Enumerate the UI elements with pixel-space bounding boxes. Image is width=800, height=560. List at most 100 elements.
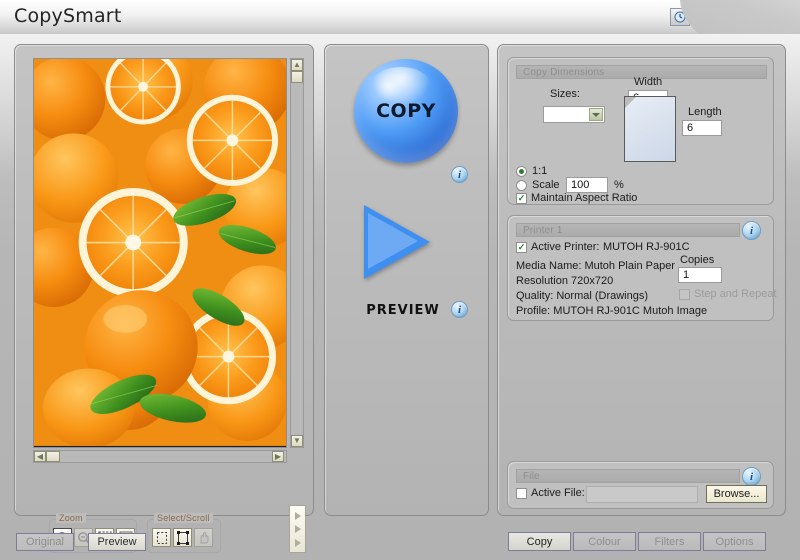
application-window: CopySmart ? × ▲ ▼ ◀ ▶ Zoom Select/Scroll… — [0, 0, 800, 560]
sizes-label: Sizes: — [550, 88, 580, 100]
copies-input[interactable] — [678, 267, 722, 283]
paper-preview-icon — [624, 96, 676, 162]
horizontal-scrollbar[interactable]: ◀ ▶ — [33, 450, 287, 463]
globe-icon[interactable] — [696, 8, 716, 26]
scroll-left-icon[interactable]: ◀ — [34, 451, 46, 462]
radio-scale[interactable] — [516, 180, 527, 191]
tab-preview[interactable]: Preview — [88, 533, 146, 551]
slider-triangle-icon — [294, 511, 301, 520]
slider-triangle-icon — [294, 525, 301, 533]
help-label: ? — [728, 11, 736, 23]
help-button[interactable]: ? — [722, 8, 742, 26]
minimize-glyph — [753, 18, 763, 22]
select-all-icon[interactable] — [173, 528, 192, 547]
horizontal-scroll-thumb[interactable] — [46, 451, 60, 462]
vertical-scrollbar[interactable]: ▲ ▼ — [290, 58, 304, 448]
image-viewport[interactable] — [33, 58, 287, 448]
step-repeat-label: Step and Repeat — [694, 288, 777, 300]
active-printer-label: Active Printer: — [531, 241, 600, 253]
file-info-label: i — [749, 470, 754, 483]
marquee-select-icon[interactable] — [152, 528, 171, 547]
preview-button-highlight — [368, 213, 418, 269]
file-info-icon[interactable]: i — [742, 467, 761, 486]
mode-button-options[interactable]: Options — [703, 532, 766, 551]
copy-info-label: i — [457, 168, 462, 181]
copy-button-label: COPY — [376, 100, 436, 122]
preview-button-label: PREVIEW — [366, 303, 440, 318]
printer-group: Printer 1 i ✓ Active Printer: MUTOH RJ-9… — [507, 215, 777, 321]
resolution-text: Resolution 720x720 — [516, 275, 614, 287]
chevron-down-icon[interactable] — [589, 108, 603, 121]
tab-original-label: Original — [26, 536, 64, 548]
hand-glyph — [200, 531, 208, 543]
tab-original[interactable]: Original — [16, 533, 74, 551]
mode-button-filters[interactable]: Filters — [638, 532, 701, 551]
app-title: CopySmart — [14, 5, 122, 27]
select-scroll-toolgroup: Select/Scroll — [147, 513, 221, 553]
radio-dot — [519, 169, 524, 174]
globe-glyph — [700, 11, 712, 23]
active-file-checkbox[interactable] — [516, 488, 527, 499]
active-printer-checkbox[interactable]: ✓ — [516, 242, 527, 253]
quality-text: Quality: Normal (Drawings) — [516, 290, 649, 302]
media-name-text: Media Name: Mutoh Plain Paper — [516, 260, 675, 272]
maintain-aspect-checkbox[interactable]: ✓ — [516, 193, 527, 204]
length-input[interactable] — [682, 120, 722, 136]
pan-hand-icon[interactable] — [194, 528, 213, 547]
printer-info-label: i — [749, 224, 754, 237]
file-header: File — [516, 469, 740, 483]
preview-photo — [34, 59, 286, 446]
active-printer-value: MUTOH RJ-901C — [603, 241, 690, 253]
scroll-up-icon[interactable]: ▲ — [291, 59, 303, 71]
mode-options-label: Options — [715, 535, 754, 548]
vertical-scroll-thumb[interactable] — [291, 71, 303, 83]
settings-panel: Copy Dimensions Sizes: Width Length 1:1 … — [497, 44, 786, 516]
preview-info-icon[interactable]: i — [451, 301, 468, 318]
action-panel: COPY PREVIEW i i — [324, 44, 489, 516]
title-bar: CopySmart ? × — [0, 0, 800, 34]
percent-label: % — [614, 179, 624, 191]
paper-fold-glyph — [625, 97, 636, 108]
active-file-input[interactable] — [586, 486, 698, 503]
copy-dimensions-group: Copy Dimensions Sizes: Width Length 1:1 … — [507, 57, 774, 205]
printer-info-icon[interactable]: i — [742, 221, 761, 240]
size-slider[interactable] — [289, 505, 306, 553]
scale-input[interactable] — [566, 177, 608, 193]
caret-glyph — [592, 112, 600, 117]
preview-info-label: i — [457, 303, 462, 316]
radio-one-to-one[interactable] — [516, 166, 527, 177]
clock-glyph — [674, 11, 686, 23]
orange-half — [78, 187, 188, 298]
length-label: Length — [688, 106, 722, 118]
marquee-glyph — [156, 531, 167, 544]
close-label: × — [780, 11, 788, 23]
one-to-one-label: 1:1 — [532, 165, 548, 177]
mode-colour-label: Colour — [588, 535, 621, 548]
step-repeat-checkbox[interactable] — [679, 289, 690, 300]
mode-filters-label: Filters — [654, 535, 685, 548]
select-all-glyph — [176, 530, 189, 545]
copy-button[interactable]: COPY — [354, 59, 458, 163]
mode-copy-label: Copy — [526, 535, 553, 548]
select-group-label: Select/Scroll — [154, 513, 213, 523]
copies-label: Copies — [680, 254, 715, 266]
mode-button-copy[interactable]: Copy — [508, 532, 571, 551]
scale-label: Scale — [532, 179, 560, 191]
minimize-button[interactable] — [748, 8, 768, 26]
browse-label: Browse... — [713, 488, 760, 500]
active-file-label: Active File: — [531, 487, 585, 499]
scroll-right-icon[interactable]: ▶ — [272, 451, 284, 462]
clock-icon[interactable] — [670, 8, 690, 26]
browse-button[interactable]: Browse... — [706, 485, 767, 503]
mode-button-colour[interactable]: Colour — [573, 532, 636, 551]
zoom-group-label: Zoom — [56, 513, 86, 523]
slider-triangle-icon — [294, 538, 301, 547]
sizes-select[interactable] — [543, 106, 605, 123]
copy-info-icon[interactable]: i — [451, 166, 468, 183]
tab-preview-label: Preview — [97, 536, 137, 548]
printer-header: Printer 1 — [516, 223, 740, 237]
orange-half — [186, 94, 279, 186]
profile-text: Profile: MUTOH RJ-901C Mutoh Image — [516, 305, 708, 317]
scroll-down-icon[interactable]: ▼ — [291, 435, 303, 447]
close-button[interactable]: × — [774, 8, 794, 26]
